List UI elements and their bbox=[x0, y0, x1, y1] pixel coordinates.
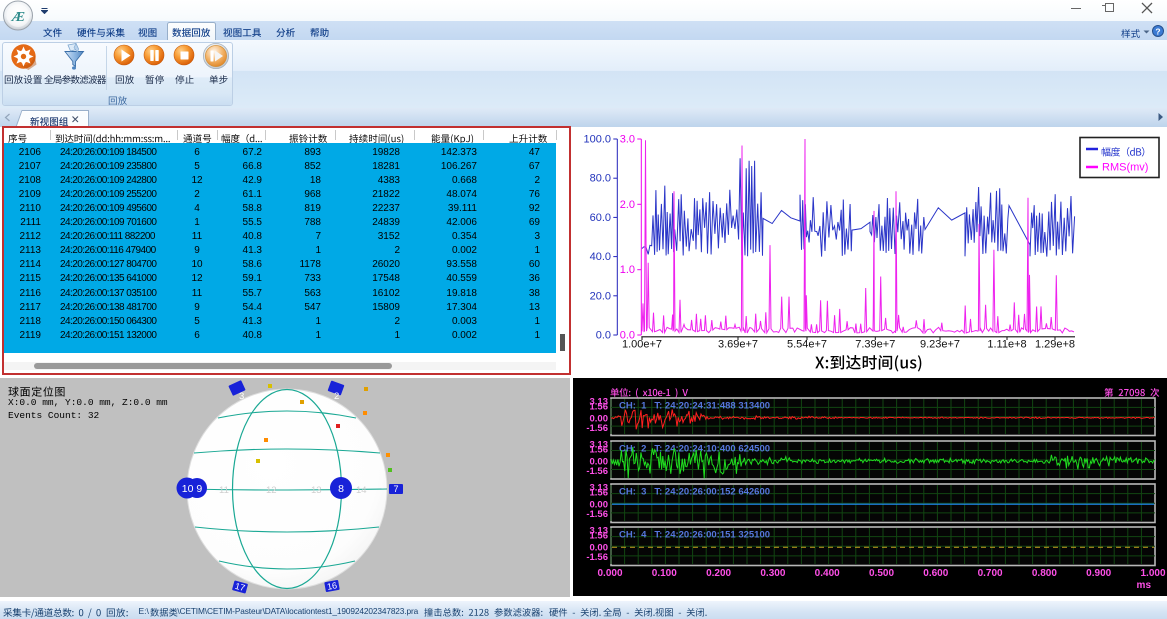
svg-text:16: 16 bbox=[326, 580, 338, 592]
svg-text:1.56: 1.56 bbox=[590, 445, 609, 456]
svg-text:0.0: 0.0 bbox=[596, 330, 611, 342]
svg-text:0.100: 0.100 bbox=[652, 568, 677, 579]
svg-text:0.800: 0.800 bbox=[1032, 568, 1057, 579]
svg-text:0.200: 0.200 bbox=[706, 568, 731, 579]
svg-text:CH: 1 T: 24:20:24:31:488 31: CH: 1 T: 24:20:24:31:488 313400 bbox=[619, 401, 770, 412]
svg-text:2.0: 2.0 bbox=[620, 199, 635, 211]
svg-text:ms: ms bbox=[1137, 580, 1152, 591]
svg-text:11: 11 bbox=[219, 485, 229, 496]
svg-text:-1.56: -1.56 bbox=[586, 423, 608, 434]
svg-text:1.56: 1.56 bbox=[590, 488, 609, 499]
svg-text:-1.56: -1.56 bbox=[586, 466, 608, 477]
svg-text:RMS(mv): RMS(mv) bbox=[1102, 162, 1148, 174]
svg-text:-1.56: -1.56 bbox=[586, 509, 608, 520]
svg-text:2: 2 bbox=[334, 391, 339, 402]
svg-text:3.0: 3.0 bbox=[620, 134, 635, 146]
svg-text:0.500: 0.500 bbox=[869, 568, 894, 579]
svg-text:7: 7 bbox=[393, 484, 398, 494]
svg-text:3.69e+7: 3.69e+7 bbox=[718, 339, 758, 351]
svg-text:10 9: 10 9 bbox=[182, 483, 203, 495]
svg-text:CH: 2 T: 24:20:24:10:400 62: CH: 2 T: 24:20:24:10:400 624500 bbox=[619, 444, 770, 455]
svg-text:14: 14 bbox=[356, 485, 367, 496]
svg-text:1.11e+8: 1.11e+8 bbox=[987, 339, 1026, 351]
svg-text:CH: 4 T: 24:20:26:00:151 32: CH: 4 T: 24:20:26:00:151 325100 bbox=[619, 530, 770, 541]
svg-text:0.900: 0.900 bbox=[1086, 568, 1111, 579]
svg-text:20.0: 20.0 bbox=[590, 290, 611, 302]
svg-text:12: 12 bbox=[266, 485, 277, 496]
svg-text:1.00e+7: 1.00e+7 bbox=[622, 339, 662, 351]
svg-text:0.000: 0.000 bbox=[597, 568, 622, 579]
svg-text:1.29e+8: 1.29e+8 bbox=[1035, 339, 1075, 351]
svg-text:9.23e+7: 9.23e+7 bbox=[920, 339, 960, 351]
svg-text:8: 8 bbox=[338, 483, 344, 495]
svg-text:13: 13 bbox=[311, 485, 322, 496]
svg-text:100.0: 100.0 bbox=[583, 134, 611, 146]
svg-text:1.0: 1.0 bbox=[620, 264, 635, 276]
svg-text:3: 3 bbox=[239, 391, 244, 402]
svg-text:80.0: 80.0 bbox=[590, 173, 611, 185]
svg-text:?: ? bbox=[1155, 27, 1160, 37]
svg-text:1.000: 1.000 bbox=[1140, 568, 1165, 579]
svg-text:0.300: 0.300 bbox=[760, 568, 785, 579]
svg-text:40.0: 40.0 bbox=[590, 251, 611, 263]
svg-text:CH: 3 T: 24:20:26:00:152 64: CH: 3 T: 24:20:26:00:152 642600 bbox=[619, 487, 770, 498]
svg-text:0.700: 0.700 bbox=[978, 568, 1003, 579]
svg-text:0.400: 0.400 bbox=[815, 568, 840, 579]
svg-text:1.56: 1.56 bbox=[590, 531, 609, 542]
svg-text:-1.56: -1.56 bbox=[586, 552, 608, 563]
svg-text:0.600: 0.600 bbox=[923, 568, 948, 579]
svg-text:60.0: 60.0 bbox=[590, 212, 611, 224]
svg-text:1.56: 1.56 bbox=[590, 402, 609, 413]
svg-text:Æ: Æ bbox=[10, 10, 25, 25]
